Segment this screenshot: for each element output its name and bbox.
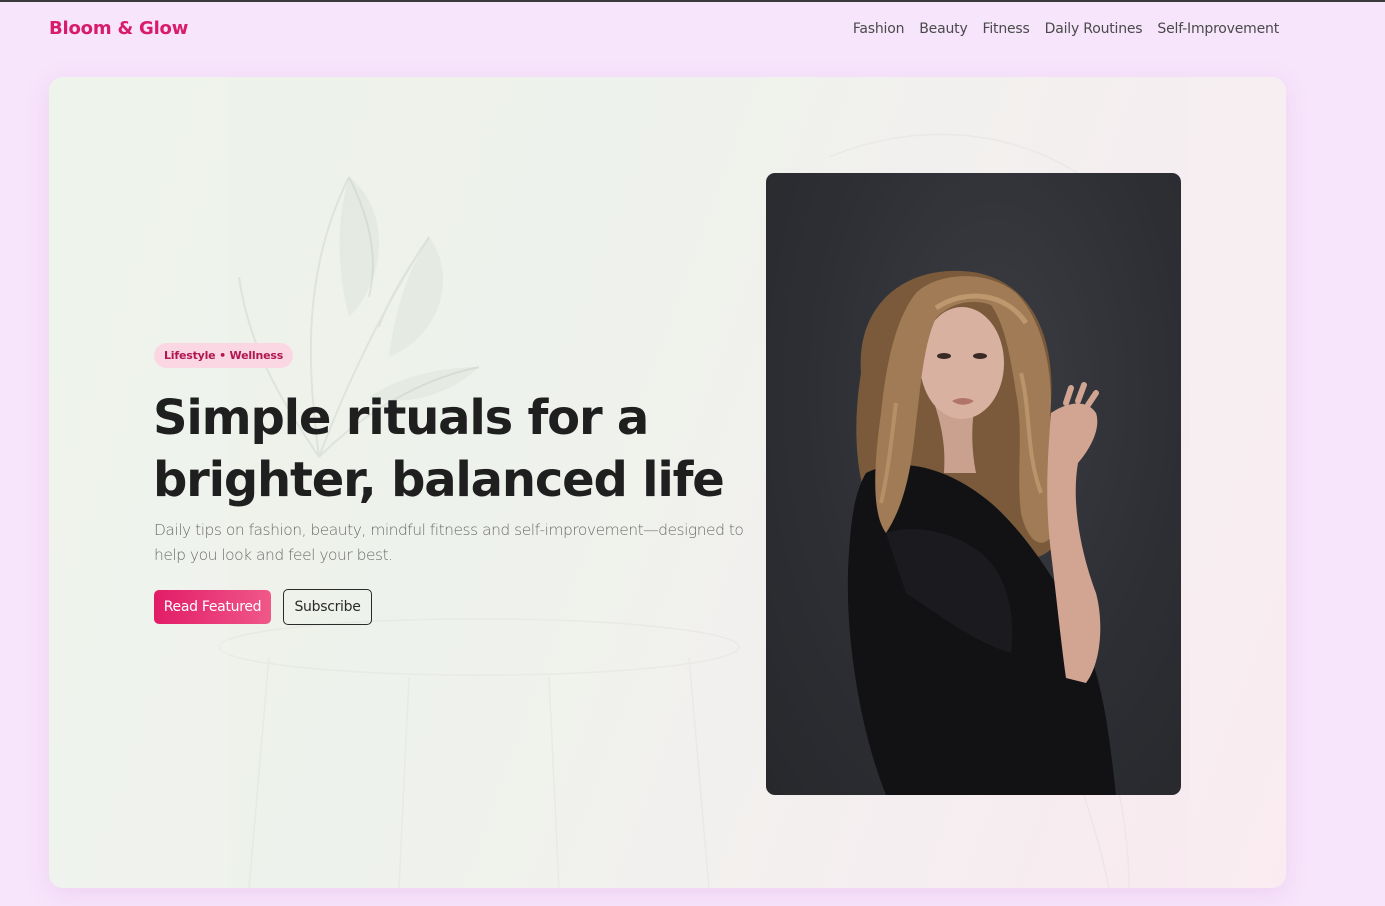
subscribe-button[interactable]: Subscribe: [283, 589, 372, 625]
nav-link-fitness[interactable]: Fitness: [983, 21, 1030, 37]
nav-link-fashion[interactable]: Fashion: [853, 21, 905, 37]
portrait-illustration: [847, 270, 1116, 795]
read-featured-button[interactable]: Read Featured: [154, 590, 271, 624]
nav-link-self-improvement[interactable]: Self-Improvement: [1157, 21, 1279, 37]
hero-section: Lifestyle • Wellness Simple rituals for …: [49, 77, 1286, 888]
main-nav: Fashion Beauty Fitness Daily Routines Se…: [853, 21, 1279, 37]
nav-link-beauty[interactable]: Beauty: [919, 21, 967, 37]
hero-portrait-photo: [766, 173, 1181, 795]
brand-logo[interactable]: Bloom & Glow: [49, 18, 188, 39]
nav-link-daily-routines[interactable]: Daily Routines: [1045, 21, 1143, 37]
hero-subtitle: Daily tips on fashion, beauty, mindful f…: [154, 521, 744, 564]
category-tag: Lifestyle • Wellness: [154, 343, 294, 368]
hero-title: Simple rituals for a brighter, balanced …: [153, 390, 725, 508]
